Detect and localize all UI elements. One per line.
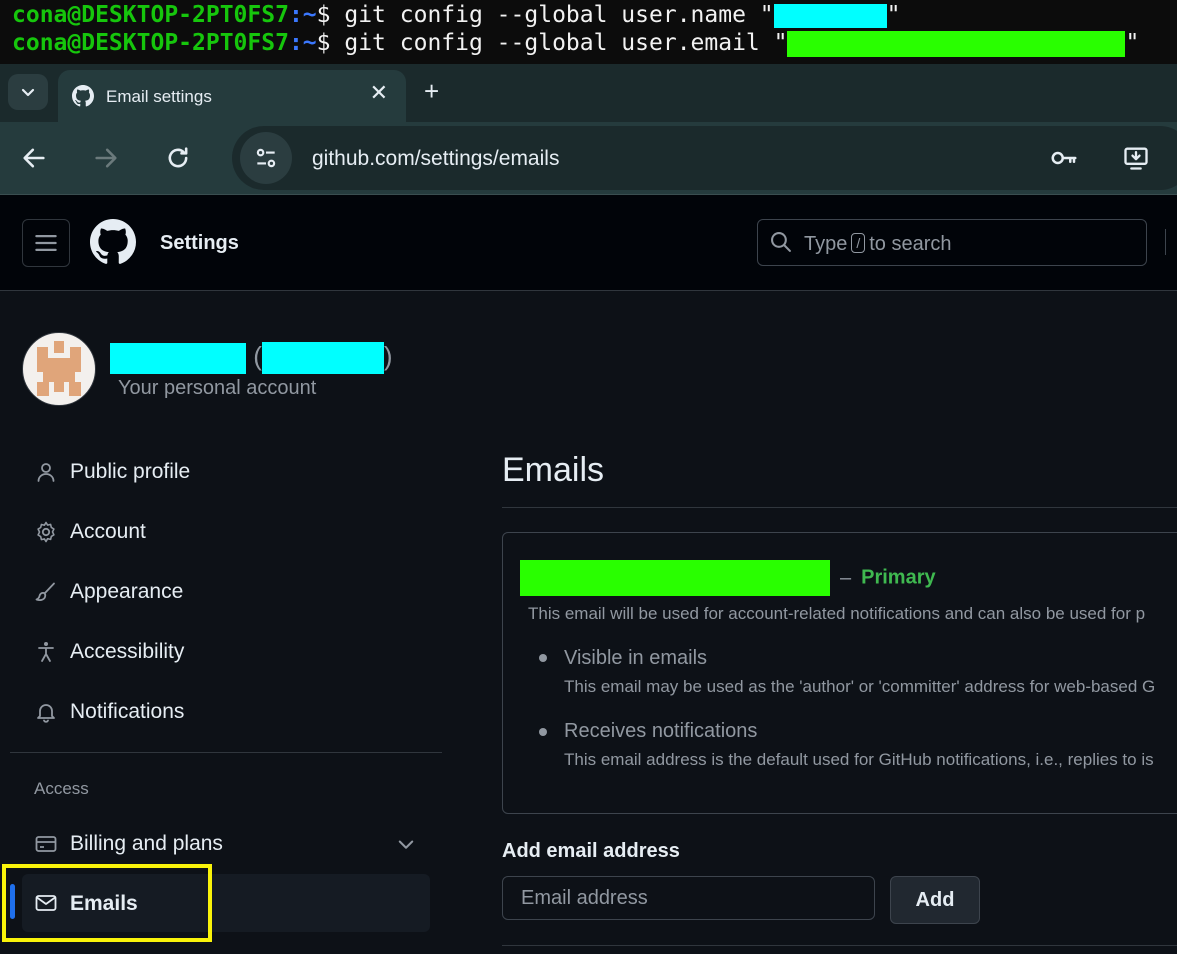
back-button[interactable]	[16, 140, 52, 176]
site-info-button[interactable]	[240, 132, 292, 184]
key-icon	[1051, 151, 1077, 165]
browser-tab[interactable]: Email settings ✕	[58, 70, 406, 122]
browser-tab-bar: Email settings ✕ +	[0, 64, 1177, 122]
sidebar-item-label: Billing and plans	[70, 832, 223, 855]
bullet-dot	[539, 654, 547, 662]
bullet-title: Visible in emails	[564, 647, 708, 669]
terminal-path: :~	[288, 30, 317, 56]
gear-icon	[37, 521, 55, 543]
accessibility-icon	[38, 642, 54, 662]
sidebar-divider	[10, 752, 442, 753]
email-field[interactable]	[502, 876, 875, 920]
paintbrush-icon	[35, 582, 55, 601]
terminal-prompt: $	[316, 30, 345, 56]
section-divider	[502, 945, 1177, 946]
primary-email-box: – Primary This email will be used for acc…	[502, 532, 1177, 814]
browser-toolbar: github.com/settings/emails	[0, 122, 1177, 195]
search-placeholder: Type / to search	[804, 233, 952, 256]
reload-icon	[168, 147, 188, 168]
reload-button[interactable]	[160, 140, 196, 176]
github-favicon-icon	[72, 85, 94, 107]
redacted-login	[261, 342, 384, 375]
terminal-quote: "	[886, 2, 901, 28]
account-subtitle: Your personal account	[118, 377, 317, 399]
annotation-highlight-box	[2, 864, 212, 942]
context-title[interactable]: Settings	[160, 232, 239, 255]
page-title: Emails	[502, 451, 605, 489]
identicon-avatar-icon	[37, 341, 81, 396]
credit-card-icon	[35, 836, 57, 852]
sidebar-item-billing[interactable]: Billing and plans	[22, 819, 430, 869]
terminal-command: git config --global user.email "	[344, 30, 788, 56]
install-icon	[1124, 147, 1148, 170]
redacted-display-name	[110, 342, 246, 374]
bullet-title: Receives notifications	[564, 720, 758, 742]
sidebar-item-label: Appearance	[70, 580, 184, 603]
add-email-label: Add email address	[502, 840, 680, 862]
terminal-line-2: cona@DESKTOP-2PT0FS7:~$ git config --glo…	[12, 29, 1139, 57]
person-icon	[37, 463, 55, 482]
hamburger-icon	[35, 235, 57, 251]
url-text[interactable]: github.com/settings/emails	[312, 147, 559, 171]
terminal-user: cona@DESKTOP-2PT0FS7	[12, 30, 289, 56]
tab-title: Email settings	[106, 87, 212, 106]
sidebar-item-appearance[interactable]: Appearance	[22, 567, 430, 617]
chevron-down-icon	[21, 88, 35, 97]
sidebar-item-account[interactable]: Account	[22, 507, 430, 557]
forward-button[interactable]	[88, 140, 124, 176]
address-bar[interactable]: github.com/settings/emails	[232, 126, 1177, 190]
account-name: ()	[110, 341, 393, 375]
search-shortcut-key: /	[851, 233, 866, 253]
search-icon	[771, 232, 791, 252]
sidebar-item-notifications[interactable]: Notifications	[22, 687, 430, 737]
password-button[interactable]	[1046, 140, 1082, 176]
title-divider	[502, 507, 1177, 508]
install-app-button[interactable]	[1118, 140, 1154, 176]
terminal-quote: "	[1125, 30, 1140, 56]
tune-icon	[256, 148, 276, 168]
tab-close-button[interactable]: ✕	[370, 80, 388, 106]
search-input[interactable]: Type / to search	[757, 219, 1147, 266]
terminal-window: cona@DESKTOP-2PT0FS7:~$ git config --glo…	[0, 0, 1177, 64]
terminal-command: git config --global user.name "	[344, 2, 774, 28]
bullet-description: This email address is the default used f…	[564, 750, 1154, 769]
redacted-primary-email	[520, 560, 830, 596]
terminal-user: cona@DESKTOP-2PT0FS7	[12, 2, 289, 28]
tab-search-button[interactable]	[8, 74, 48, 110]
bullet-description: This email may be used as the 'author' o…	[564, 677, 1156, 696]
primary-dash: –	[840, 566, 852, 589]
redacted-username	[773, 3, 887, 28]
search-prefix: Type	[804, 233, 848, 255]
arrow-left-icon	[23, 148, 45, 168]
header-divider	[1165, 229, 1166, 255]
primary-label: Primary	[861, 566, 936, 589]
search-suffix: to search	[869, 233, 952, 255]
menu-button[interactable]	[22, 219, 70, 267]
sidebar-section-access: Access	[34, 779, 89, 798]
paren-close: )	[383, 341, 393, 371]
paren-open: (	[253, 341, 262, 371]
sidebar-item-public-profile[interactable]: Public profile	[22, 447, 430, 497]
redacted-email	[787, 30, 1126, 57]
sidebar-item-label: Notifications	[70, 700, 185, 723]
arrow-right-icon	[95, 148, 117, 168]
terminal-prompt: $	[316, 2, 345, 28]
github-header: Settings Type / to search	[0, 195, 1177, 291]
primary-email-row: – Primary	[520, 560, 936, 596]
sidebar-item-label: Accessibility	[70, 640, 185, 663]
sidebar-item-label: Public profile	[70, 460, 191, 483]
sidebar-item-accessibility[interactable]: Accessibility	[22, 627, 430, 677]
add-email-button[interactable]: Add	[890, 876, 980, 924]
primary-email-description: This email will be used for account-rela…	[528, 604, 1146, 623]
github-logo-icon[interactable]	[90, 219, 136, 265]
terminal-line-1: cona@DESKTOP-2PT0FS7:~$ git config --glo…	[12, 1, 900, 29]
sidebar-item-label: Account	[70, 520, 146, 543]
chevron-down-icon[interactable]	[396, 834, 416, 854]
bell-icon	[37, 704, 55, 723]
new-tab-button[interactable]: +	[424, 76, 439, 107]
bullet-dot	[539, 728, 547, 736]
avatar[interactable]	[22, 332, 96, 406]
terminal-path: :~	[288, 2, 317, 28]
